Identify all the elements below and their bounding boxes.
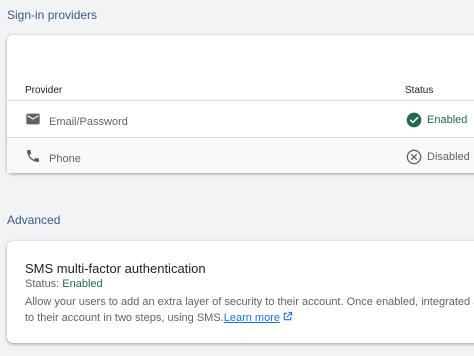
mfa-description: Allow your users to add an extra layer o… — [25, 295, 474, 326]
check-circle-icon — [406, 112, 422, 128]
status-text: Enabled — [427, 114, 468, 126]
column-header-status: Status — [405, 85, 434, 96]
x-circle-icon — [406, 149, 422, 165]
phone-icon — [25, 148, 41, 164]
section-title-sign-in-providers: Sign-in providers — [7, 8, 98, 22]
provider-row-phone[interactable]: Phone Disabled — [7, 138, 474, 173]
provider-name: Phone — [49, 153, 81, 165]
provider-name: Email/Password — [49, 116, 128, 128]
mfa-title: SMS multi-factor authentication — [25, 261, 206, 276]
column-header-provider: Provider — [25, 85, 63, 96]
status-text: Disabled — [427, 151, 470, 163]
provider-row-email-password[interactable]: Email/Password Enabled — [7, 101, 474, 138]
mfa-status-label: Status: — [25, 278, 63, 290]
status-badge-disabled: Disabled — [406, 148, 470, 166]
mfa-status: Status: Enabled — [25, 278, 103, 290]
providers-table-header: Provider Status — [7, 79, 474, 101]
learn-more-link[interactable]: Learn more — [223, 311, 293, 324]
mfa-card[interactable] — [7, 241, 474, 343]
external-link-icon — [283, 311, 293, 320]
mfa-description-text: to their account in two steps, using SMS… — [25, 311, 224, 324]
mfa-description-line-2: to their account in two steps, using SMS… — [25, 311, 474, 327]
mfa-status-value: Enabled — [62, 278, 103, 290]
mfa-description-line-1: Allow your users to add an extra layer o… — [25, 296, 474, 308]
status-badge-enabled: Enabled — [406, 111, 467, 129]
section-title-advanced: Advanced — [7, 213, 61, 227]
mail-icon — [25, 111, 41, 127]
learn-more-label: Learn more — [223, 311, 280, 324]
